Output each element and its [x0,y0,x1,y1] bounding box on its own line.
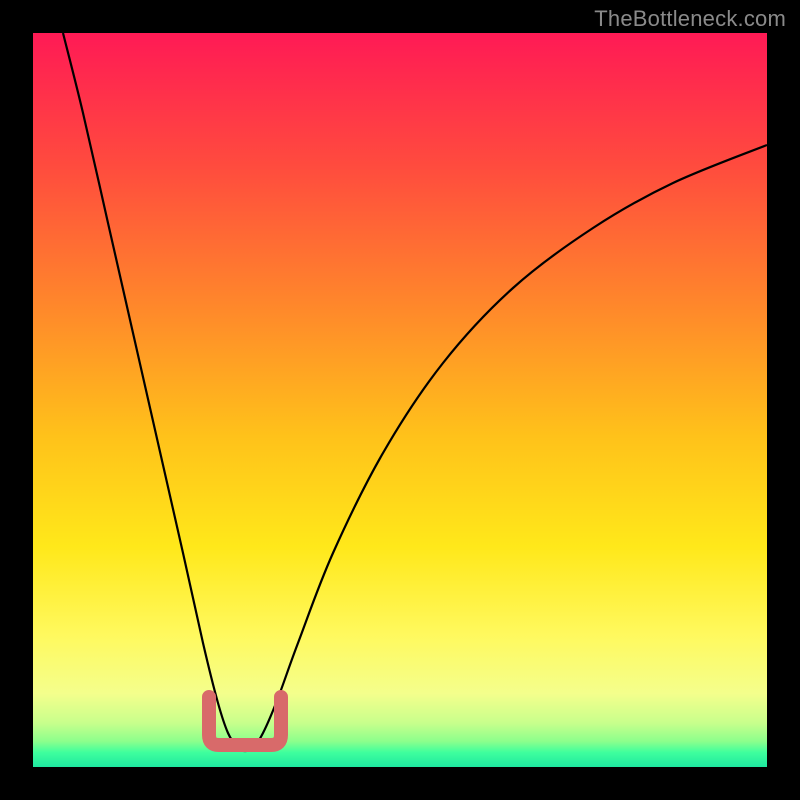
bottleneck-curve [63,33,767,751]
watermark-text: TheBottleneck.com [594,6,786,32]
flat-region-marker [209,697,281,745]
outer-frame: TheBottleneck.com [0,0,800,800]
curve-layer [33,33,767,767]
